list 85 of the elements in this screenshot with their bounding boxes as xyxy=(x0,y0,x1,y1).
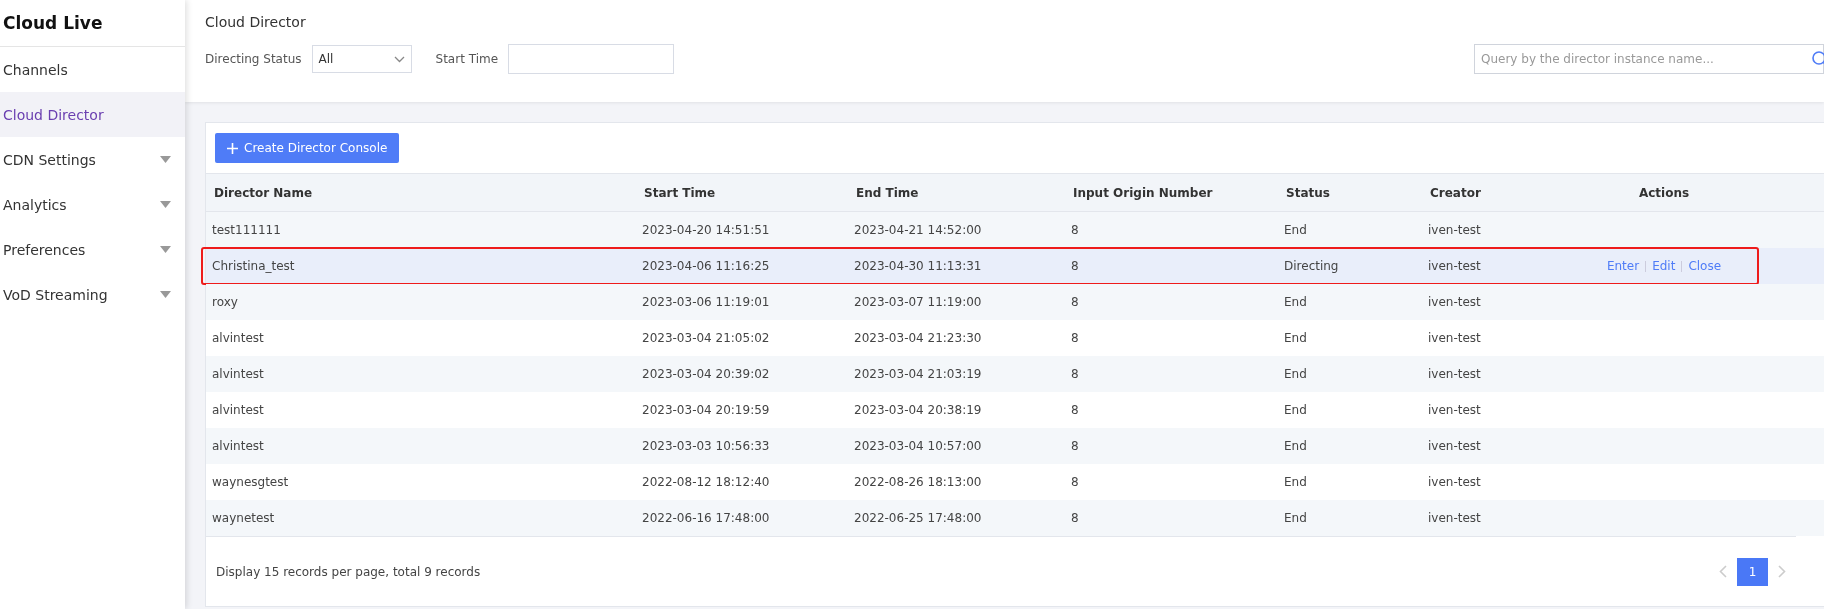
start-time-field[interactable] xyxy=(508,44,675,74)
table-cell-text: End xyxy=(1283,511,1308,525)
column-header: Director Name xyxy=(213,185,314,200)
table-cell-text: iven-test xyxy=(1427,331,1482,345)
table-cell-text: iven-test xyxy=(1427,367,1482,381)
plus-icon xyxy=(227,142,238,154)
table-cell-text: End xyxy=(1283,439,1308,453)
sidebar-item[interactable]: Analytics xyxy=(0,182,185,227)
table-cell-text: End xyxy=(1283,295,1308,309)
table-cell-text: iven-test xyxy=(1427,475,1482,489)
search-field[interactable]: Query by the director instance name... xyxy=(1474,44,1824,74)
caret-icon xyxy=(160,246,171,253)
table-cell-text: iven-test xyxy=(1427,403,1482,417)
table-cell-text: alvintest xyxy=(211,403,265,417)
column-header: Start Time xyxy=(643,185,717,200)
table-cell-text: 8 xyxy=(1070,295,1080,309)
table-cell-text: iven-test xyxy=(1427,259,1482,273)
table-cell-text: 8 xyxy=(1070,367,1080,381)
table-cell-text: waynesgtest xyxy=(211,475,290,489)
table-cell-text: alvintest xyxy=(211,439,265,453)
table-cell-text: 2023-04-20 14:51:51 xyxy=(641,223,771,237)
sidebar-item[interactable]: VoD Streaming xyxy=(0,272,185,317)
column-header: End Time xyxy=(855,185,920,200)
table-cell-text: roxy xyxy=(211,295,239,309)
table-cell-text: 2022-08-12 18:12:40 xyxy=(641,475,771,489)
table-cell-text: 2023-03-04 21:03:19 xyxy=(853,367,983,381)
chevron-down-icon xyxy=(393,55,405,63)
caret-icon xyxy=(160,291,171,298)
sidebar-item[interactable]: Preferences xyxy=(0,227,185,272)
table-cell-text: 8 xyxy=(1070,403,1080,417)
table-cell-text: 2023-03-04 21:05:02 xyxy=(641,331,771,345)
create-button[interactable]: Create Director Console xyxy=(215,133,400,163)
column-header: Actions xyxy=(1637,185,1691,200)
table-cell-text: test111111 xyxy=(211,223,282,237)
chevron-left-icon[interactable] xyxy=(1719,565,1727,578)
table-cell-text: 2022-06-16 17:48:00 xyxy=(641,511,771,525)
table-cell-text: iven-test xyxy=(1427,439,1482,453)
table-cell-text: iven-test xyxy=(1427,511,1482,525)
caret-icon xyxy=(160,201,171,208)
table-cell-text: End xyxy=(1283,331,1308,345)
table-cell-text: 8 xyxy=(1070,475,1080,489)
table-cell-text: 2023-03-06 11:19:01 xyxy=(641,295,771,309)
page-button[interactable]: 1 xyxy=(1737,557,1768,586)
sidebar-item[interactable]: Cloud Director xyxy=(0,92,185,137)
table-cell-text: iven-test xyxy=(1427,295,1482,309)
table-cell-text: 8 xyxy=(1070,223,1080,237)
table-cell-text: End xyxy=(1283,475,1308,489)
table-cell-text: alvintest xyxy=(211,367,265,381)
records-summary: Display 15 records per page, total 9 records xyxy=(216,564,481,579)
table-cell-text: End xyxy=(1283,367,1308,381)
column-header: Creator xyxy=(1429,185,1482,200)
table-cell-text: 8 xyxy=(1070,331,1080,345)
table-cell-text: End xyxy=(1283,403,1308,417)
table-cell-text: 8 xyxy=(1070,259,1080,273)
table-cell-text: 2023-04-21 14:52:00 xyxy=(853,223,983,237)
column-header: Status xyxy=(1285,185,1331,200)
table-cell-text: 2023-03-04 20:19:59 xyxy=(641,403,771,417)
table-cell-text: 2022-08-26 18:13:00 xyxy=(853,475,983,489)
table-cell-text: 2023-04-30 11:13:31 xyxy=(853,259,983,273)
table-cell-text: 2023-03-04 20:39:02 xyxy=(641,367,771,381)
table-cell-text: 2023-03-04 20:38:19 xyxy=(853,403,983,417)
table-cell-text: 2022-06-25 17:48:00 xyxy=(853,511,983,525)
page-title: Cloud Director xyxy=(205,14,307,30)
status-select[interactable]: All xyxy=(311,45,412,73)
table-cell-text: waynetest xyxy=(211,511,276,525)
sidebar-item[interactable]: CDN Settings xyxy=(0,137,185,182)
chevron-right-icon[interactable] xyxy=(1778,565,1786,578)
table-cell-text: alvintest xyxy=(211,331,265,345)
filter-label: Start Time xyxy=(435,52,499,66)
caret-icon xyxy=(160,156,171,163)
table-cell-text: Christina_test xyxy=(211,259,296,273)
table-cell-text: 2023-03-04 10:57:00 xyxy=(853,439,983,453)
table-cell-text: 8 xyxy=(1070,511,1080,525)
table-cell-text: 2023-03-07 11:19:00 xyxy=(853,295,983,309)
column-header: Input Origin Number xyxy=(1072,185,1214,200)
sidebar-item[interactable]: Channels xyxy=(0,47,185,92)
table-cell-text: End xyxy=(1283,223,1308,237)
table-cell-text: 2023-03-03 10:56:33 xyxy=(641,439,771,453)
table-cell-text: 2023-03-04 21:23:30 xyxy=(853,331,983,345)
table-cell-text: 8 xyxy=(1070,439,1080,453)
table-cell-text: Directing xyxy=(1283,259,1340,273)
table-cell-text: 2023-04-06 11:16:25 xyxy=(641,259,771,273)
search-icon xyxy=(1812,51,1824,67)
filter-label: Directing Status xyxy=(205,52,302,66)
table-cell-text: iven-test xyxy=(1427,223,1482,237)
